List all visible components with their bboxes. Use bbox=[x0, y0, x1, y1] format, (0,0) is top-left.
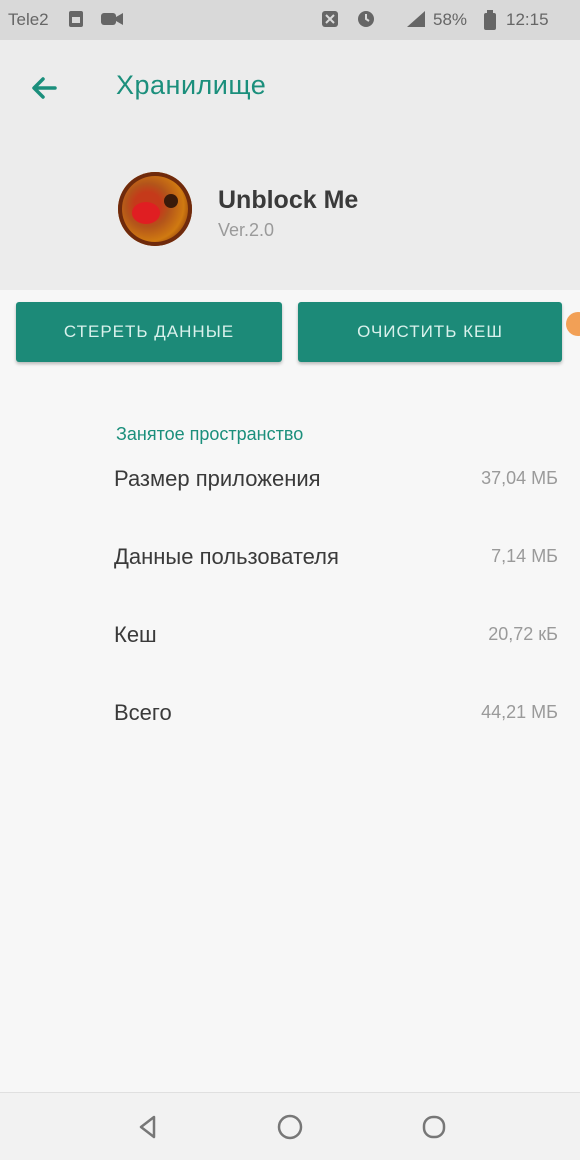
row-value: 37,04 МБ bbox=[481, 468, 558, 488]
app-header: Хранилище Unblock Me Ver.2.0 bbox=[0, 40, 580, 290]
signal-icon bbox=[405, 9, 425, 29]
action-buttons: СТЕРЕТЬ ДАННЫЕ ОЧИСТИТЬ КЕШ bbox=[0, 300, 580, 366]
battery-icon bbox=[482, 9, 502, 30]
row-label: Кеш bbox=[114, 622, 157, 647]
app-icon-red-shape bbox=[132, 202, 160, 224]
sim-icon bbox=[66, 9, 86, 29]
navigation-bar bbox=[0, 1092, 580, 1160]
app-version: Ver.2.0 bbox=[218, 220, 275, 240]
video-icon bbox=[100, 9, 123, 29]
storage-screen: Tele2 58% 12:15 Хранилище Unblock Me Ver… bbox=[0, 0, 580, 1160]
storage-row-app-size: Размер приложения 37,04 МБ bbox=[114, 462, 558, 502]
status-clock: 12:15 bbox=[506, 10, 549, 29]
app-icon-dark-shape bbox=[164, 194, 178, 208]
clear-data-button[interactable]: СТЕРЕТЬ ДАННЫЕ bbox=[16, 302, 282, 362]
row-label: Данные пользователя bbox=[114, 544, 339, 569]
storage-row-total: Всего 44,21 МБ bbox=[114, 696, 558, 736]
alarm-icon bbox=[356, 9, 376, 29]
nav-recents-icon bbox=[422, 1115, 446, 1139]
nav-home-icon bbox=[277, 1114, 303, 1140]
nav-recents-button[interactable] bbox=[414, 1107, 454, 1147]
nfc-icon bbox=[320, 9, 340, 29]
row-value: 7,14 МБ bbox=[491, 546, 558, 566]
carrier-label: Tele2 bbox=[8, 10, 49, 29]
row-value: 20,72 кБ bbox=[488, 624, 558, 644]
arrow-left-icon bbox=[32, 77, 57, 99]
edge-indicator bbox=[566, 312, 580, 336]
row-label: Размер приложения bbox=[114, 466, 321, 491]
app-icon bbox=[118, 172, 192, 246]
app-name: Unblock Me bbox=[218, 186, 359, 214]
row-label: Всего bbox=[114, 700, 172, 725]
storage-row-cache: Кеш 20,72 кБ bbox=[114, 618, 558, 658]
clear-cache-button[interactable]: ОЧИСТИТЬ КЕШ bbox=[298, 302, 562, 362]
row-value: 44,21 МБ bbox=[481, 702, 558, 722]
storage-section-title: Занятое пространство bbox=[116, 424, 304, 444]
back-button[interactable] bbox=[22, 66, 66, 110]
nav-back-icon bbox=[139, 1115, 156, 1139]
nav-back-button[interactable] bbox=[128, 1107, 168, 1147]
page-title: Хранилище bbox=[116, 70, 267, 100]
status-bar: Tele2 58% 12:15 bbox=[0, 0, 580, 40]
battery-percent: 58% bbox=[433, 10, 468, 29]
storage-row-user-data: Данные пользователя 7,14 МБ bbox=[114, 540, 558, 580]
nav-home-button[interactable] bbox=[270, 1107, 310, 1147]
